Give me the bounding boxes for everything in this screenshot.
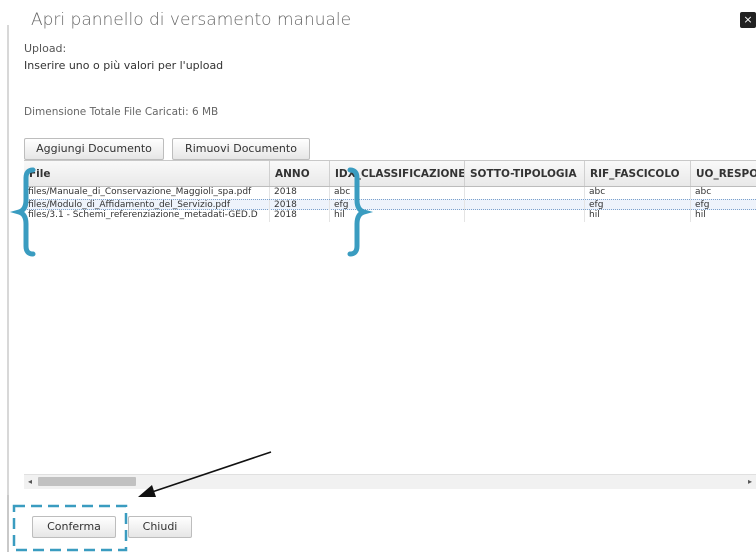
cell-uo-respon: hil [691,210,756,222]
rail-segment-bottom [7,495,9,552]
cell-rif-fascicolo: abc [585,187,691,199]
cell-sotto-tipologia [465,210,585,222]
column-header-anno[interactable]: ANNO [270,161,330,186]
table-row[interactable]: files/3.1 - Schemi_referenziazione_metad… [24,210,756,222]
remove-document-button[interactable]: Rimuovi Documento [172,138,310,160]
confirm-button[interactable]: Conferma [32,516,116,538]
table-body: files/Manuale_di_Conservazione_Maggioli_… [24,187,756,222]
scroll-right-arrow-icon[interactable]: ▸ [748,475,752,489]
cell-idx-classificazione: abc [330,187,465,199]
cell-anno: 2018 [270,210,330,222]
column-header-rif-fascicolo[interactable]: RIF_FASCICOLO [585,161,691,186]
total-size-label: Dimensione Totale File Caricati: 6 MB [24,106,219,118]
scroll-left-arrow-icon[interactable]: ◂ [28,475,32,489]
left-edge-rail [0,0,10,552]
upload-label: Upload: [24,42,67,55]
cell-sotto-tipologia [465,187,585,199]
cell-anno: 2018 [270,187,330,199]
column-header-uo-respon[interactable]: UO_RESPON [691,161,756,186]
cell-uo-respon: abc [691,187,756,199]
column-header-sotto-tipologia[interactable]: SOTTO-TIPOLOGIA [465,161,585,186]
column-header-idx-classificazione[interactable]: IDX_CLASSIFICAZIONE [330,161,465,186]
documents-table: File ANNO IDX_CLASSIFICAZIONE SOTTO-TIPO… [24,160,756,475]
upload-hint: Inserire uno o più valori per l'upload [24,59,224,72]
add-document-button[interactable]: Aggiungi Documento [24,138,164,160]
cell-idx-classificazione: hil [330,210,465,222]
close-icon[interactable]: × [740,12,756,28]
column-header-file[interactable]: File [24,161,270,186]
table-row[interactable]: files/Manuale_di_Conservazione_Maggioli_… [24,187,756,199]
horizontal-scrollbar[interactable]: ◂ ▸ [24,474,756,489]
cell-file: files/Manuale_di_Conservazione_Maggioli_… [24,187,270,199]
dialog-title: Apri pannello di versamento manuale [31,10,352,30]
rail-segment-top [7,25,9,495]
table-header: File ANNO IDX_CLASSIFICAZIONE SOTTO-TIPO… [24,161,756,187]
cell-rif-fascicolo: hil [585,210,691,222]
scrollbar-thumb[interactable] [38,477,136,486]
cell-file: files/3.1 - Schemi_referenziazione_metad… [24,210,270,222]
table-row-selected[interactable]: files/Modulo_di_Affidamento_del_Servizio… [24,198,756,211]
close-button[interactable]: Chiudi [128,516,192,538]
